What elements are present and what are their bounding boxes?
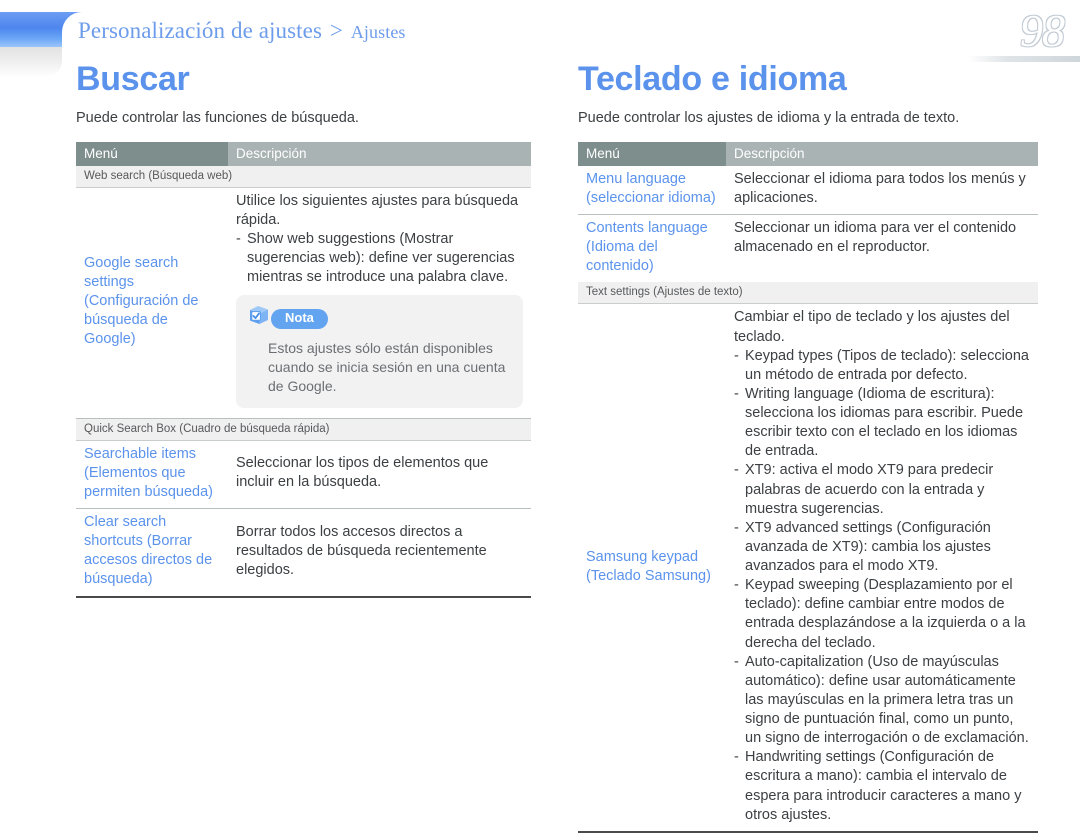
list-item: XT9 advanced settings (Configuración ava… (734, 519, 1030, 576)
table-section-row: Web search (Búsqueda web) (76, 165, 531, 188)
description-cell: Seleccionar un idioma para ver el conten… (726, 215, 1038, 283)
breadcrumb-sub: Ajustes (350, 22, 406, 42)
list-item: Writing language (Idioma de escritura): … (734, 385, 1030, 462)
cube-check-icon (248, 304, 270, 332)
search-settings-table: Menú Descripción Web search (Búsqueda we… (76, 141, 531, 598)
description-paragraph: Seleccionar los tipos de elementos que i… (236, 455, 489, 491)
column-header-menu: Menú (578, 141, 726, 166)
table-row: Google search settings (Configuración de… (76, 187, 531, 419)
list-item: Keypad types (Tipos de teclado): selecci… (734, 347, 1030, 385)
top-tab-reflection (0, 47, 62, 77)
description-cell: Seleccionar el idioma para todos los men… (726, 165, 1038, 216)
description-paragraph: Cambiar el tipo de teclado y los ajustes… (734, 309, 1010, 345)
description-paragraph: Borrar todos los accesos directos a resu… (236, 523, 487, 578)
breadcrumb-main: Personalización de ajustes (78, 18, 323, 43)
table-row: Clear search shortcuts (Borrar accesos d… (76, 508, 531, 598)
table-header-row: Menú Descripción (76, 141, 531, 166)
menu-label: Contents language (Idioma del contenido) (586, 220, 708, 275)
menu-label: Samsung keypad (Teclado Samsung) (578, 303, 726, 833)
menu-label: Searchable items (Elementos que permiten… (76, 440, 228, 510)
note-label: Nota (271, 308, 328, 329)
column-header-menu: Menú (76, 141, 228, 166)
right-column: Teclado e idioma Puede controlar los aju… (578, 62, 1038, 833)
table-row: Searchable items (Elementos que permiten… (76, 440, 531, 510)
menu-label: Clear search shortcuts (Borrar accesos d… (76, 508, 228, 598)
table-section-row: Quick Search Box (Cuadro de búsqueda ráp… (76, 418, 531, 441)
breadcrumb-separator-icon: > (329, 18, 343, 43)
page-number: 98 (1020, 5, 1065, 56)
menu-label: Google search settings (Configuración de… (76, 187, 228, 419)
page-title-left: Buscar (76, 60, 190, 98)
section-label: Web search (Búsqueda web) (76, 165, 531, 188)
description-cell: Borrar todos los accesos directos a resu… (228, 508, 531, 598)
left-column: Buscar Puede controlar las funciones de … (76, 62, 531, 598)
column-header-description: Descripción (228, 141, 531, 166)
list-item: Handwriting settings (Configuración de e… (734, 748, 1030, 825)
description-paragraph: Seleccionar un idioma para ver el conten… (734, 220, 1017, 256)
page-subtitle-right: Puede controlar los ajustes de idioma y … (578, 110, 960, 126)
page-subtitle-left: Puede controlar las funciones de búsqued… (76, 110, 359, 126)
description-cell: Cambiar el tipo de teclado y los ajustes… (726, 303, 1038, 833)
list-item: XT9: activa el modo XT9 para predecir pa… (734, 461, 1030, 518)
menu-label: Menu language (seleccionar idioma) (578, 165, 726, 216)
description-paragraph: Utilice los siguientes ajustes para búsq… (236, 192, 519, 228)
table-header-row: Menú Descripción (578, 141, 1038, 166)
column-header-description: Descripción (726, 141, 1038, 166)
section-label: Quick Search Box (Cuadro de búsqueda ráp… (76, 418, 531, 441)
table-row: Samsung keypad (Teclado Samsung) Cambiar… (578, 303, 1038, 833)
breadcrumb: Personalización de ajustes > Ajustes (78, 18, 406, 44)
table-section-row: Text settings (Ajustes de texto) (578, 282, 1038, 305)
description-cell: Seleccionar los tipos de elementos que i… (228, 440, 531, 510)
note-header: Nota (248, 304, 511, 332)
table-row: Contents language (Idioma del contenido)… (578, 215, 1038, 283)
description-cell: Utilice los siguientes ajustes para búsq… (228, 187, 531, 419)
note-text: Estos ajustes sólo están disponibles cua… (268, 339, 506, 394)
note-box: Nota Estos ajustes sólo están disponible… (236, 295, 523, 408)
description-bullet-list: Keypad types (Tipos de teclado): selecci… (734, 347, 1030, 825)
list-item: Auto-capitalization (Uso de mayúsculas a… (734, 653, 1030, 749)
list-item: Show web suggestions (Mostrar sugerencia… (236, 230, 523, 287)
list-item: Keypad sweeping (Desplazamiento por el t… (734, 576, 1030, 653)
table-row: Menu language (seleccionar idioma) Selec… (578, 165, 1038, 216)
description-paragraph: Seleccionar el idioma para todos los men… (734, 170, 1026, 206)
keyboard-language-table: Menú Descripción Menu language (seleccio… (578, 141, 1038, 833)
page-title-right: Teclado e idioma (578, 60, 847, 98)
section-label: Text settings (Ajustes de texto) (578, 282, 1038, 305)
description-bullet-list: Show web suggestions (Mostrar sugerencia… (236, 230, 523, 287)
